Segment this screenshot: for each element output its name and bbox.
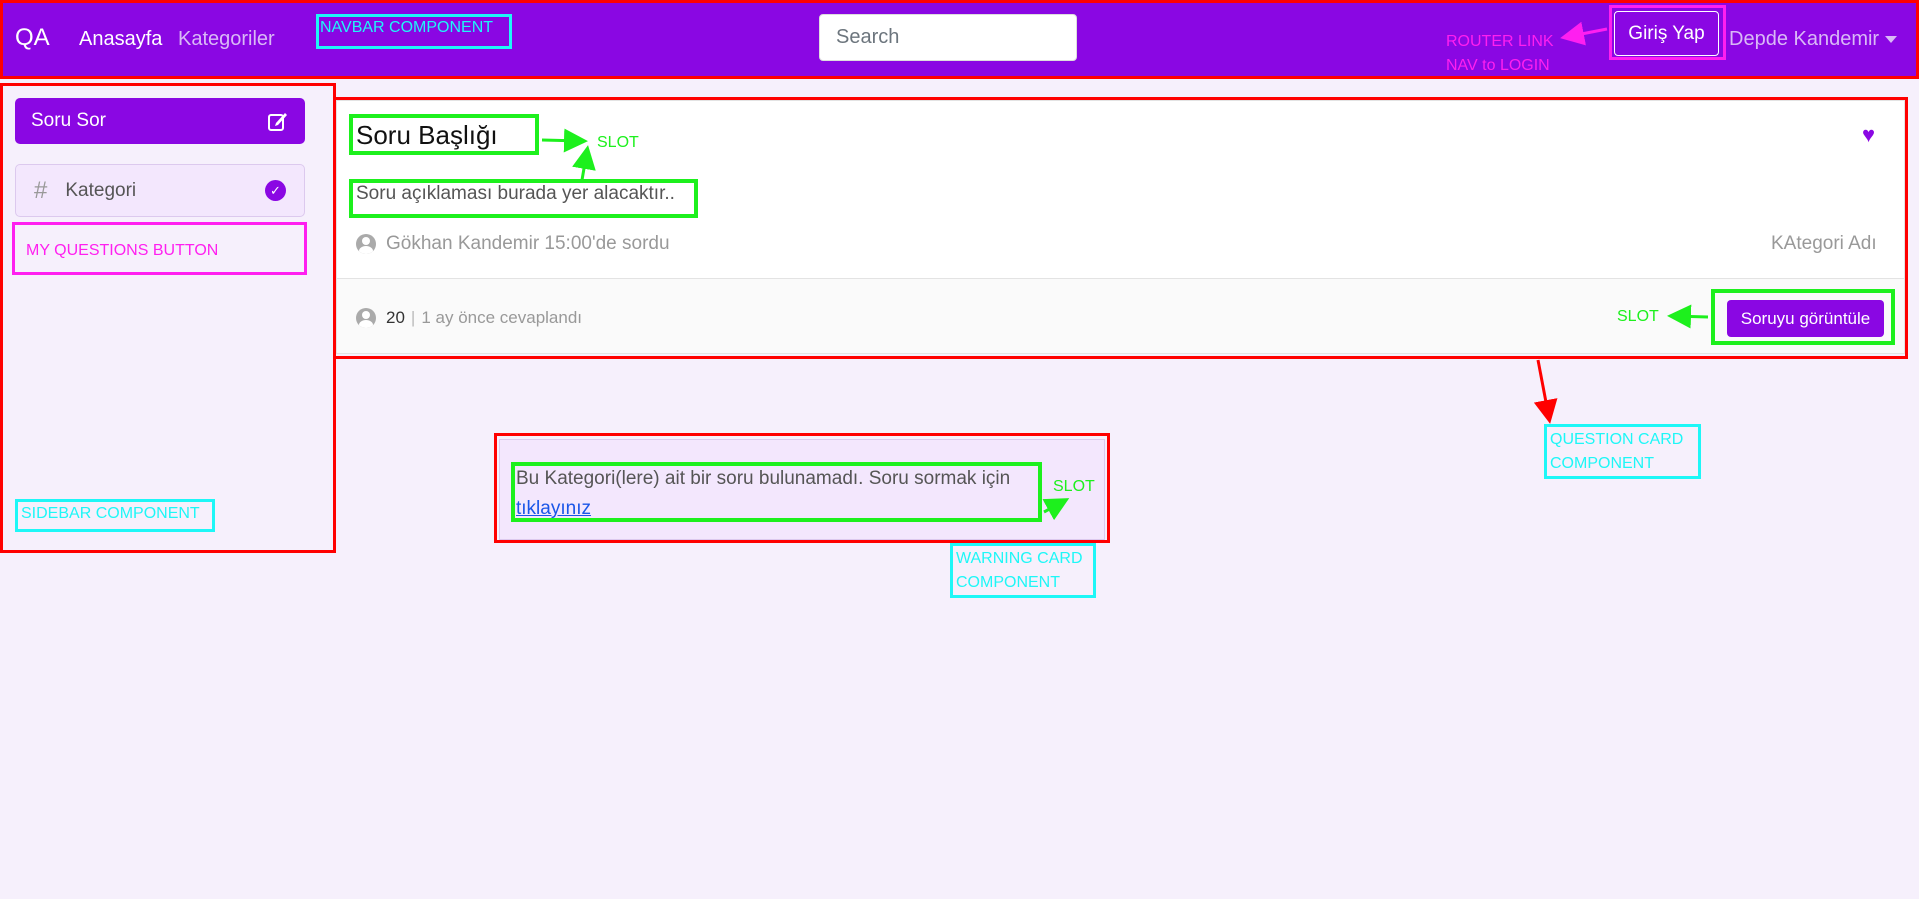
arrow-title-slot	[541, 128, 588, 153]
arrow-router-link	[1560, 21, 1608, 46]
arrow-warning-slot	[1042, 498, 1070, 521]
arrow-desc-slot	[572, 145, 596, 181]
arrow-view-slot	[1667, 304, 1709, 329]
arrow-question-card	[1533, 359, 1558, 424]
annotation-arrows	[541, 21, 1709, 521]
